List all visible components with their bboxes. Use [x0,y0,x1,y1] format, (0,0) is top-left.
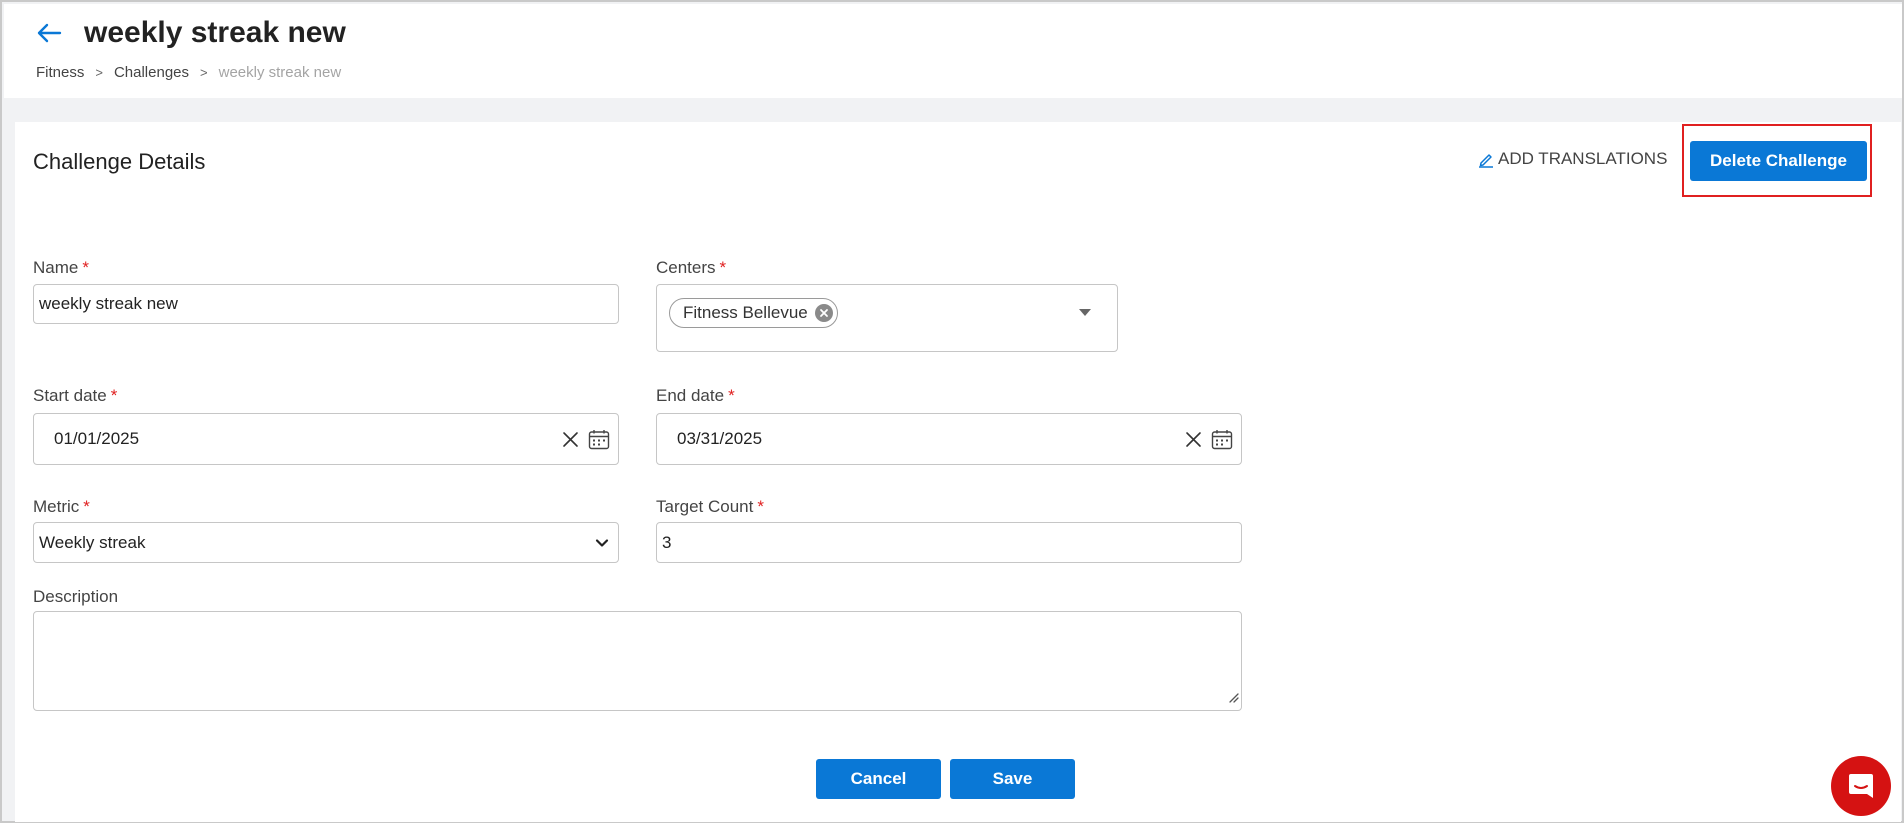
add-translations-label: ADD TRANSLATIONS [1498,149,1668,168]
page-header: weekly streak new Fitness > Challenges >… [4,4,1902,98]
name-input-value: weekly streak new [39,294,178,313]
metric-select-chevron [595,538,609,547]
back-button[interactable] [34,18,64,48]
delete-button-highlight [1682,124,1872,197]
breadcrumb-current: weekly streak new [218,64,342,81]
start-date-actions [562,414,610,464]
end-date-actions [1185,414,1233,464]
metric-select-value: Weekly streak [39,532,146,552]
calendar-icon [1211,429,1233,449]
close-circle-icon [819,309,828,317]
name-label-text: Name [33,258,79,277]
close-icon [563,431,578,447]
end-date-label-text: End date [656,386,725,405]
centers-label-text: Centers [656,258,716,277]
required-asterisk: * [757,497,764,516]
required-asterisk: * [110,386,118,405]
description-label-text: Description [33,587,119,606]
clear-start-date-button[interactable] [562,431,579,448]
add-translations-link[interactable]: ADD TRANSLATIONS [1478,149,1667,169]
start-date-calendar-button[interactable] [588,429,610,450]
arrow-left-icon [37,23,62,43]
save-button[interactable]: Save [950,759,1075,799]
metric-label: Metric * [33,497,90,517]
required-asterisk: * [83,497,90,516]
calendar-icon [588,429,610,449]
metric-select[interactable]: Weekly streak [33,522,619,563]
start-date-label: Start date * [33,386,117,406]
dropdown-arrow-icon[interactable] [1079,309,1091,316]
section-title: Challenge Details [33,149,206,174]
clear-end-date-button[interactable] [1185,431,1202,448]
close-icon [1186,431,1201,447]
chip-remove-button[interactable] [814,304,833,322]
required-asterisk: * [82,258,89,277]
centers-multiselect[interactable]: Fitness Bellevue [656,284,1118,352]
center-chip-label: Fitness Bellevue [683,303,808,322]
breadcrumb-challenges[interactable]: Challenges [114,64,189,81]
description-label: Description [33,587,118,607]
target-count-label: Target Count * [656,497,764,517]
description-value [34,612,39,618]
end-date-calendar-button[interactable] [1211,429,1233,450]
resize-grip-icon [1229,693,1239,703]
resize-grip[interactable] [1227,688,1239,708]
end-date-value: 03/31/2025 [677,429,763,448]
pencil-icon [1479,153,1493,168]
start-date-value: 01/01/2025 [54,429,140,448]
metric-label-text: Metric [33,497,80,516]
target-count-input[interactable]: 3 [656,522,1242,563]
center-chip: Fitness Bellevue [669,298,838,328]
required-asterisk: * [719,258,727,277]
breadcrumb-separator: > [95,65,103,80]
challenge-details-card: Challenge Details ADD TRANSLATIONS Delet… [15,122,1901,822]
cancel-button[interactable]: Cancel [816,759,941,799]
target-count-value: 3 [662,532,672,552]
centers-label: Centers * [656,258,726,278]
breadcrumb-fitness[interactable]: Fitness [36,64,84,81]
start-date-label-text: Start date [33,386,107,405]
name-label: Name * [33,258,89,278]
start-date-input[interactable]: 01/01/2025 [33,413,619,465]
end-date-input[interactable]: 03/31/2025 [656,413,1242,465]
chevron-down-icon [595,538,609,547]
required-asterisk: * [728,386,735,405]
page-title: weekly streak new [84,16,346,49]
app-frame: weekly streak new Fitness > Challenges >… [0,0,1904,823]
target-count-label-text: Target Count [656,497,754,516]
breadcrumb: Fitness > Challenges > weekly streak new [36,64,341,81]
chat-launcher-button[interactable] [1831,756,1891,816]
end-date-label: End date * [656,386,735,406]
breadcrumb-separator: > [200,65,208,80]
chat-bubble-icon [1849,774,1873,798]
description-textarea[interactable] [33,611,1242,711]
name-input[interactable]: weekly streak new [33,284,619,324]
